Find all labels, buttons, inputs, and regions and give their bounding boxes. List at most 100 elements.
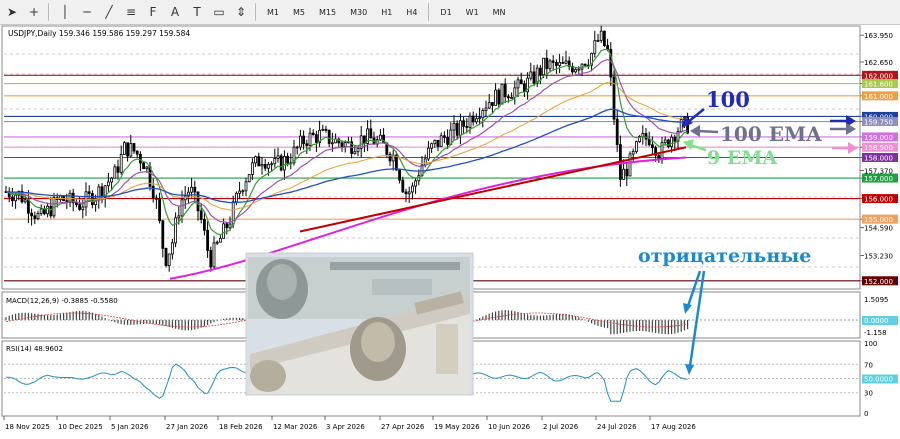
macd-bar <box>121 320 122 324</box>
macd-bar <box>575 316 576 320</box>
date-axis-label: 5 Jan 2026 <box>111 423 149 431</box>
macd-bar <box>489 314 490 320</box>
macd-bar <box>9 316 10 320</box>
macd-bar <box>185 320 186 330</box>
macd-bar <box>524 314 525 320</box>
macd-bar <box>76 311 77 320</box>
macd-bar <box>620 320 621 333</box>
rectangle-icon[interactable]: ▭ <box>209 2 229 22</box>
candle <box>248 174 250 182</box>
macd-bar <box>530 315 531 320</box>
macd-bar <box>492 312 493 320</box>
candle <box>501 84 503 104</box>
macd-bar <box>645 320 646 331</box>
macd-bar <box>114 320 115 322</box>
macd-bar <box>63 314 64 320</box>
macd-bar <box>210 320 211 323</box>
macd-bar <box>37 314 38 320</box>
macd-bar <box>546 315 547 320</box>
crosshair-icon[interactable]: + <box>24 2 44 22</box>
macd-bar <box>594 320 595 325</box>
price-axis-label: 161.600 <box>864 81 893 89</box>
macd-bar <box>204 320 205 326</box>
macd-axis-label: -1.158 <box>864 329 887 337</box>
macd-bar <box>533 315 534 320</box>
macd-bar <box>556 314 557 320</box>
candle <box>123 141 125 155</box>
macd-bar <box>652 320 653 332</box>
date-axis-label: 19 May 2026 <box>434 423 480 431</box>
macd-bar <box>511 311 512 320</box>
candle <box>639 135 641 143</box>
macd-axis: 1.5095 0.0000 -1.158 <box>862 296 898 337</box>
annotation-9-ema: 9 EMA <box>707 147 777 169</box>
macd-bar <box>156 320 157 324</box>
macd-bar <box>505 310 506 320</box>
timeframe-m1[interactable]: M1 <box>260 8 286 17</box>
macd-bar <box>226 318 227 320</box>
banknotes-image <box>246 253 473 395</box>
timeframe-d1[interactable]: D1 <box>433 8 458 17</box>
macd-bar <box>623 320 624 333</box>
timeframe-mn[interactable]: MN <box>486 8 513 17</box>
timeframe-h1[interactable]: H1 <box>374 8 399 17</box>
channels-icon[interactable]: ≡ <box>121 2 141 22</box>
timeframe-m30[interactable]: M30 <box>343 8 374 17</box>
date-axis-label: 27 Apr 2026 <box>381 423 425 431</box>
date-axis-label: 18 Feb 2026 <box>219 423 263 431</box>
text-label-icon[interactable]: T <box>187 2 207 22</box>
date-axis-label: 12 Mar 2026 <box>273 423 318 431</box>
price-axis-label: 154.590 <box>864 225 893 233</box>
macd-bar <box>617 320 618 334</box>
macd-bar <box>681 320 682 332</box>
macd-bar <box>50 315 51 320</box>
toolbar-divider <box>48 3 49 21</box>
trendline-icon[interactable]: ╱ <box>99 2 119 22</box>
macd-bar <box>649 320 650 332</box>
candle <box>613 70 615 125</box>
macd-bar <box>44 315 45 320</box>
candle <box>680 117 682 133</box>
macd-label: MACD(12,26,9) -0.3885 -0.5580 <box>6 297 118 305</box>
macd-axis-label: 0.0000 <box>864 317 889 325</box>
price-axis-label: 158.500 <box>864 144 893 152</box>
timeframe-h4[interactable]: H4 <box>399 8 424 17</box>
chart-window[interactable]: USDJPY,Daily 159.346 159.586 159.297 159… <box>0 24 900 435</box>
arrows-dropdown-icon[interactable]: ⇕ <box>231 2 251 22</box>
macd-bar <box>79 311 80 320</box>
timeframe-m5[interactable]: M5 <box>286 8 312 17</box>
cursor-icon[interactable]: ➤ <box>2 2 22 22</box>
macd-bar <box>31 313 32 320</box>
candle <box>175 212 177 247</box>
macd-bar <box>153 320 154 324</box>
macd-bar <box>12 315 13 320</box>
macd-bar <box>674 320 675 334</box>
horizontal-line-icon[interactable]: ─ <box>77 2 97 22</box>
macd-axis-label: 1.5095 <box>864 296 889 304</box>
date-axis-label: 17 Aug 2026 <box>651 423 696 431</box>
macd-bar <box>527 314 528 320</box>
timeframe-m15[interactable]: M15 <box>312 8 343 17</box>
candle <box>629 151 631 176</box>
rsi-axis-label: 50.0000 <box>864 376 893 384</box>
macd-bar <box>162 320 163 325</box>
annotation-negative: отрицательные <box>638 245 811 267</box>
macd-bar <box>613 320 614 334</box>
date-axis-label: 10 Dec 2025 <box>58 423 103 431</box>
fibonacci-icon[interactable]: F <box>143 2 163 22</box>
macd-bar <box>197 320 198 329</box>
macd-bar <box>498 311 499 320</box>
date-axis-label: 18 Nov 2025 <box>5 423 50 431</box>
macd-bar <box>501 310 502 320</box>
macd-bar <box>639 320 640 331</box>
price-axis-label: 152.000 <box>864 278 893 286</box>
rsi-axis-label: 100 <box>864 340 877 348</box>
candle <box>543 58 545 78</box>
vertical-line-icon[interactable]: │ <box>55 2 75 22</box>
price-axis-label: 157.000 <box>864 175 893 183</box>
macd-bar <box>194 320 195 330</box>
text-icon[interactable]: A <box>165 2 185 22</box>
annotation-100-ema: 100 EMA <box>720 122 822 146</box>
macd-bar <box>85 311 86 320</box>
timeframe-w1[interactable]: W1 <box>459 8 486 17</box>
